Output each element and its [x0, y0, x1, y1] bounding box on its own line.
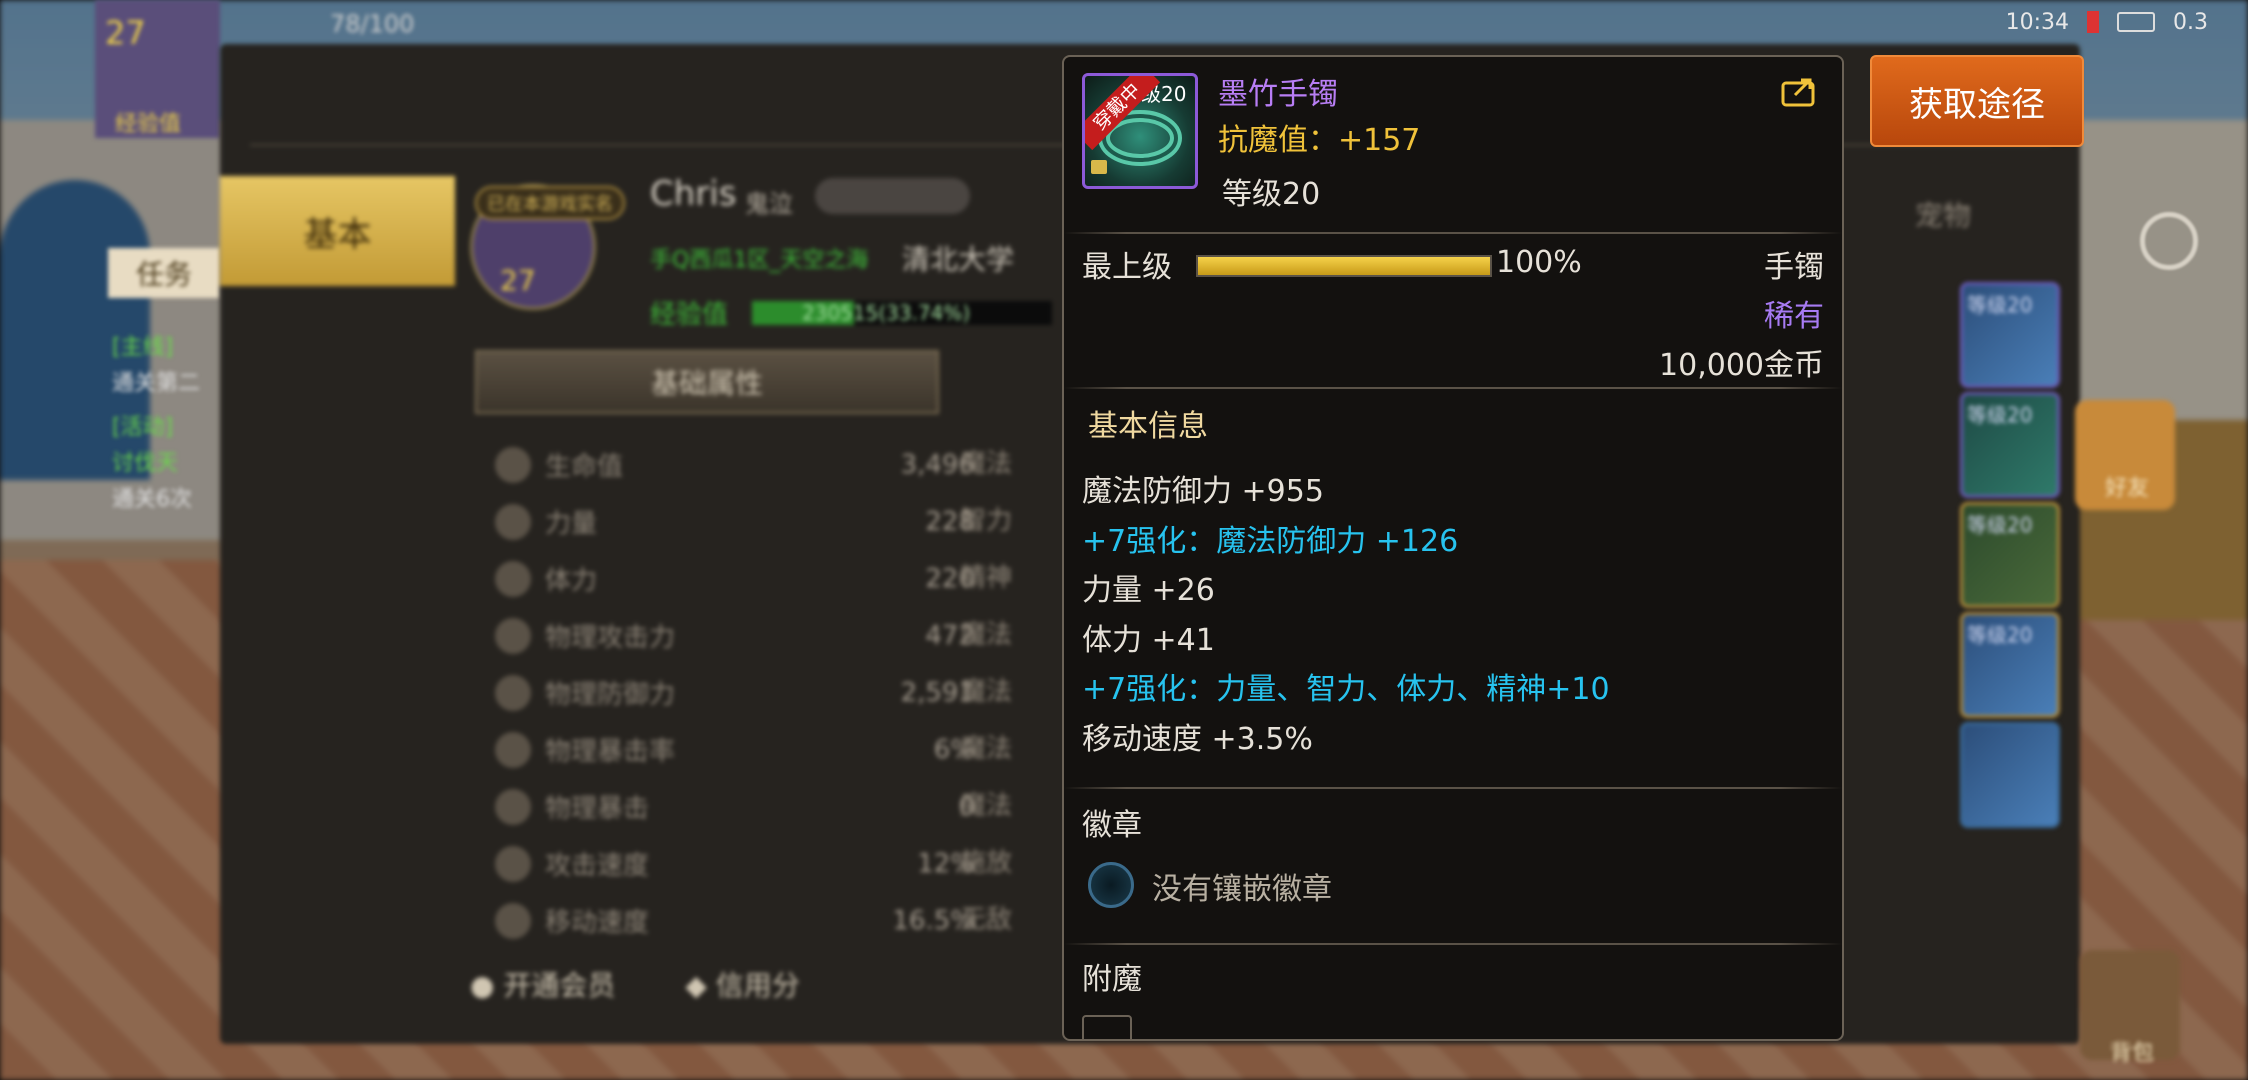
- grade-bar-fill: [1198, 257, 1490, 275]
- exp-value: 230515(33.74%): [802, 301, 971, 325]
- quest-item[interactable]: 通关第二: [112, 366, 220, 402]
- vitality-icon: [495, 560, 531, 597]
- stat-line: +7强化：力量、智力、体力、精神+10: [1082, 672, 1610, 707]
- attribute-row: 移动速度 16.5%: [495, 892, 975, 949]
- attribute-row: 物理攻击力 472: [495, 607, 975, 664]
- attribute-right-column: 魔法 智力 精神 魔法 魔法 魔法 魔法 施放 无敌: [960, 449, 1013, 935]
- equipment-slot[interactable]: 等级20: [1960, 282, 2060, 388]
- attribute-row: 物理防御力 2,591: [495, 664, 975, 721]
- item-tooltip: 等级20 穿戴中 墨竹手镯 抗魔值：+157 等级20 最上级 100% 手镯 …: [1062, 55, 1844, 1041]
- exp-bar: 230515(33.74%): [752, 301, 1052, 325]
- hud-exp-label: 经验值: [115, 112, 182, 137]
- people-icon: ◆: [685, 969, 716, 1002]
- crit-damage-icon: [495, 788, 531, 825]
- tab-basic-attributes[interactable]: 基础属性: [475, 350, 939, 414]
- lock-icon: [1091, 160, 1107, 174]
- network-speed: 0.3: [2173, 9, 2208, 35]
- stat-line: 力量 +26: [1082, 573, 1215, 608]
- quest-item[interactable]: 通关6次: [112, 482, 220, 518]
- attribute-row: 生命值 3,496: [495, 436, 975, 493]
- item-icon: 等级20 穿戴中: [1082, 73, 1198, 189]
- item-rarity: 稀有: [1764, 299, 1824, 334]
- player-portrait[interactable]: 27 经验值: [95, 0, 220, 138]
- attribute-list: 生命值 3,496 力量 228 体力 220 物理攻击力 472 物理防御力 2,591…: [495, 436, 975, 949]
- grade-percent: 100%: [1496, 245, 1582, 280]
- divider: [1064, 387, 1842, 389]
- character-name: Chris: [650, 174, 737, 214]
- divider: [1064, 232, 1842, 234]
- settings-gear-icon[interactable]: [2140, 212, 2198, 270]
- attribute-row: 物理暴击率 6%: [495, 721, 975, 778]
- emblem-empty-text: 没有镶嵌徽章: [1152, 872, 1332, 907]
- equipment-slot[interactable]: 等级20: [1960, 392, 2060, 498]
- item-stats: 魔法防御力 +955 +7强化：魔法防御力 +126 力量 +26 体力 +41…: [1082, 467, 1610, 764]
- clock: 10:34: [2005, 9, 2069, 35]
- backpack-label: 背包: [2110, 1041, 2155, 1066]
- quest-list[interactable]: [主线] 通关第二 [活动] 讨伐天 通关6次: [112, 330, 220, 518]
- crit-icon: [495, 731, 531, 768]
- item-type: 手镯: [1764, 250, 1824, 285]
- divider: [1064, 787, 1842, 789]
- obtain-source-button[interactable]: 获取途径: [1870, 55, 2084, 147]
- attribute-row: 体力 220: [495, 550, 975, 607]
- friends-label: 好友: [2105, 476, 2150, 501]
- character-job: 鬼泣: [745, 190, 793, 218]
- health-icon: [495, 446, 531, 483]
- item-name: 墨竹手镯: [1218, 77, 1338, 112]
- sword-icon: [495, 617, 531, 654]
- guild-name: 手Q西瓜1区_天空之海: [650, 248, 869, 273]
- quest-item[interactable]: 讨伐天: [112, 446, 220, 482]
- item-price: 10,000金币: [1659, 348, 1824, 383]
- avatar-level: 27: [500, 264, 536, 297]
- attribute-row: 攻击速度 12%: [495, 835, 975, 892]
- attribute-row: 物理暴击 0: [495, 778, 975, 835]
- player-level-badge: 27: [105, 14, 146, 52]
- system-status-bar: 10:34 0.3: [2006, 0, 2208, 44]
- attack-speed-icon: [495, 845, 531, 882]
- item-level: 等级20: [1222, 177, 1321, 212]
- divider: [1064, 943, 1842, 945]
- stat-line: +7强化：魔法防御力 +126: [1082, 523, 1459, 559]
- move-speed-icon: [495, 902, 531, 939]
- enchant-slot-icon: [1082, 1015, 1132, 1039]
- magic-resist-value: 抗魔值：+157: [1218, 123, 1421, 158]
- emblem-slot-icon: [1088, 862, 1134, 908]
- stat-line: 魔法防御力 +955: [1082, 474, 1324, 509]
- section-basic-info: 基本信息: [1088, 409, 1208, 444]
- shield-icon: [495, 674, 531, 711]
- signal-icon: [2087, 11, 2099, 33]
- stamina-counter: 78/100: [330, 10, 415, 38]
- qq-icon: ●: [470, 969, 504, 1002]
- equipment-slot[interactable]: [1960, 722, 2060, 828]
- school-name: 清北大学: [902, 243, 1015, 276]
- section-enchant: 附魔: [1082, 962, 1142, 997]
- share-icon[interactable]: [1781, 75, 1817, 107]
- exp-label: 经验值: [650, 300, 729, 330]
- vip-button[interactable]: ● 开通会员: [470, 964, 615, 1004]
- quest-item[interactable]: [主线]: [112, 330, 220, 366]
- stat-line: 移动速度 +3.5%: [1082, 721, 1313, 757]
- tab-pet[interactable]: 宠物: [1915, 194, 1971, 234]
- strength-icon: [495, 503, 531, 540]
- verified-badge: 已在本游戏实名: [475, 186, 625, 220]
- grade-label: 最上级: [1082, 250, 1172, 285]
- quest-tab[interactable]: 任务: [108, 248, 220, 298]
- credit-button[interactable]: ◆ 信用分: [685, 964, 799, 1004]
- tab-basic[interactable]: 基本: [220, 176, 455, 286]
- equipment-slot[interactable]: 等级20: [1960, 612, 2060, 718]
- battery-icon: [2117, 12, 2155, 32]
- equipment-slot[interactable]: 等级20: [1960, 502, 2060, 608]
- grade-bar: [1196, 255, 1492, 277]
- privacy-toggle[interactable]: [815, 178, 970, 214]
- stat-line: 体力 +41: [1082, 622, 1215, 658]
- quest-item[interactable]: [活动]: [112, 410, 220, 446]
- attribute-row: 力量 228: [495, 493, 975, 550]
- section-emblem: 徽章: [1082, 808, 1142, 843]
